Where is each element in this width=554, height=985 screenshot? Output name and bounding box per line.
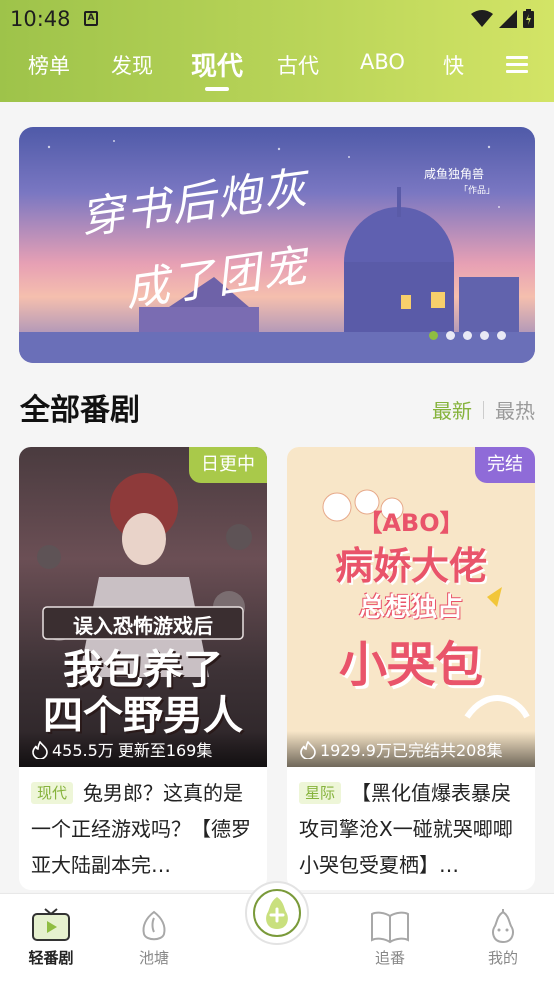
- sort-divider: [483, 400, 484, 419]
- nav-label: 我的: [487, 949, 518, 967]
- tab-fast[interactable]: 快: [443, 50, 464, 80]
- active-tab-indicator: [205, 87, 229, 91]
- card-description: 现代 兔男郎？这真的是一个正经游戏吗？【德罗亚大陆副本完…: [31, 775, 259, 883]
- tab-rankings[interactable]: 榜单: [28, 50, 70, 80]
- drama-card[interactable]: 误入恐怖游戏后 我包养了 四个野男人 日更中 455.5万 更新至169集 现代兔…: [19, 447, 267, 890]
- cover-title-line1: 【ABO】: [358, 509, 464, 537]
- book-icon: [371, 911, 409, 944]
- carousel-dot[interactable]: [480, 331, 489, 340]
- status-icons: [471, 9, 534, 28]
- carousel-dot[interactable]: [429, 331, 438, 340]
- tab-ancient[interactable]: 古代: [277, 50, 319, 80]
- banner-author: 咸鱼独角兽: [424, 167, 485, 181]
- carousel-dot[interactable]: [446, 331, 455, 340]
- add-drama-button[interactable]: [245, 881, 309, 945]
- sort-newest[interactable]: 最新: [432, 395, 472, 424]
- card-cover: 【ABO】 病娇大佬 总想独占 小哭包 完结 1929.9万已完结共208集: [287, 447, 535, 767]
- nav-label: 池塘: [138, 949, 169, 967]
- signal-icon: [499, 9, 517, 28]
- battery-icon: [523, 9, 534, 28]
- tab-modern[interactable]: 现代: [191, 46, 243, 83]
- section-title: 全部番剧: [20, 393, 140, 428]
- card-stats: 455.5万 更新至169集: [19, 731, 267, 767]
- episode-status: 已完结共208集: [392, 741, 503, 760]
- play-count: 455.5万: [52, 741, 114, 760]
- play-count-icon: [32, 741, 48, 759]
- banner-author-sub: 「作品」: [459, 186, 496, 196]
- cover-title-line1: 误入恐怖游戏后: [73, 614, 213, 638]
- nav-label: 轻番剧: [28, 949, 74, 967]
- status-badge: 日更中: [189, 447, 267, 483]
- tab-discover[interactable]: 发现: [111, 50, 153, 80]
- drama-card[interactable]: 【ABO】 病娇大佬 总想独占 小哭包 完结 1929.9万已完结共208集 星…: [287, 447, 535, 890]
- pear-face-icon: [492, 909, 514, 944]
- menu-icon[interactable]: [506, 56, 528, 74]
- genre-tag: 现代: [31, 782, 74, 804]
- wifi-icon: [471, 9, 493, 27]
- carousel-dots: [429, 331, 506, 340]
- card-stats: 1929.9万已完结共208集: [287, 731, 535, 767]
- tv-icon: [32, 908, 70, 941]
- cover-title-line3: 总想独占: [358, 593, 463, 623]
- cover-title-line2: 病娇大佬: [334, 544, 487, 588]
- episode-status: 更新至169集: [117, 741, 213, 760]
- play-count: 1929.9万: [320, 741, 392, 760]
- play-count-icon: [300, 741, 316, 759]
- pear-plus-icon: [266, 897, 288, 929]
- nav-label: 追番: [374, 949, 405, 967]
- status-time: 10:48: [10, 7, 71, 31]
- carousel-dot[interactable]: [497, 331, 506, 340]
- notification-icon: A: [84, 11, 98, 26]
- status-bar: 10:48 A: [0, 0, 554, 38]
- carousel-dot[interactable]: [463, 331, 472, 340]
- featured-banner[interactable]: 穿书后炮灰 成了团宠 咸鱼独角兽 「作品」: [19, 127, 535, 363]
- category-tabs: 榜单 发现 现代 古代 ABO 快: [0, 46, 554, 86]
- card-cover: 误入恐怖游戏后 我包养了 四个野男人 日更中 455.5万 更新至169集: [19, 447, 267, 767]
- sort-toggle: 最新 最热: [432, 395, 535, 424]
- top-header: 10:48 A 榜单 发现 现代 古代 ABO 快: [0, 0, 554, 102]
- status-badge: 完结: [475, 447, 535, 483]
- sort-hottest[interactable]: 最热: [495, 395, 535, 424]
- pond-icon: [142, 910, 166, 941]
- cover-title-line4: 小哭包: [338, 637, 483, 693]
- tab-abo[interactable]: ABO: [360, 50, 405, 74]
- card-description: 星际 【黑化值爆表暴戾攻司擎沧X一碰就哭唧唧小哭包受夏栖】…: [299, 775, 527, 883]
- genre-tag: 星际: [299, 782, 342, 804]
- fab-inner: [253, 889, 301, 937]
